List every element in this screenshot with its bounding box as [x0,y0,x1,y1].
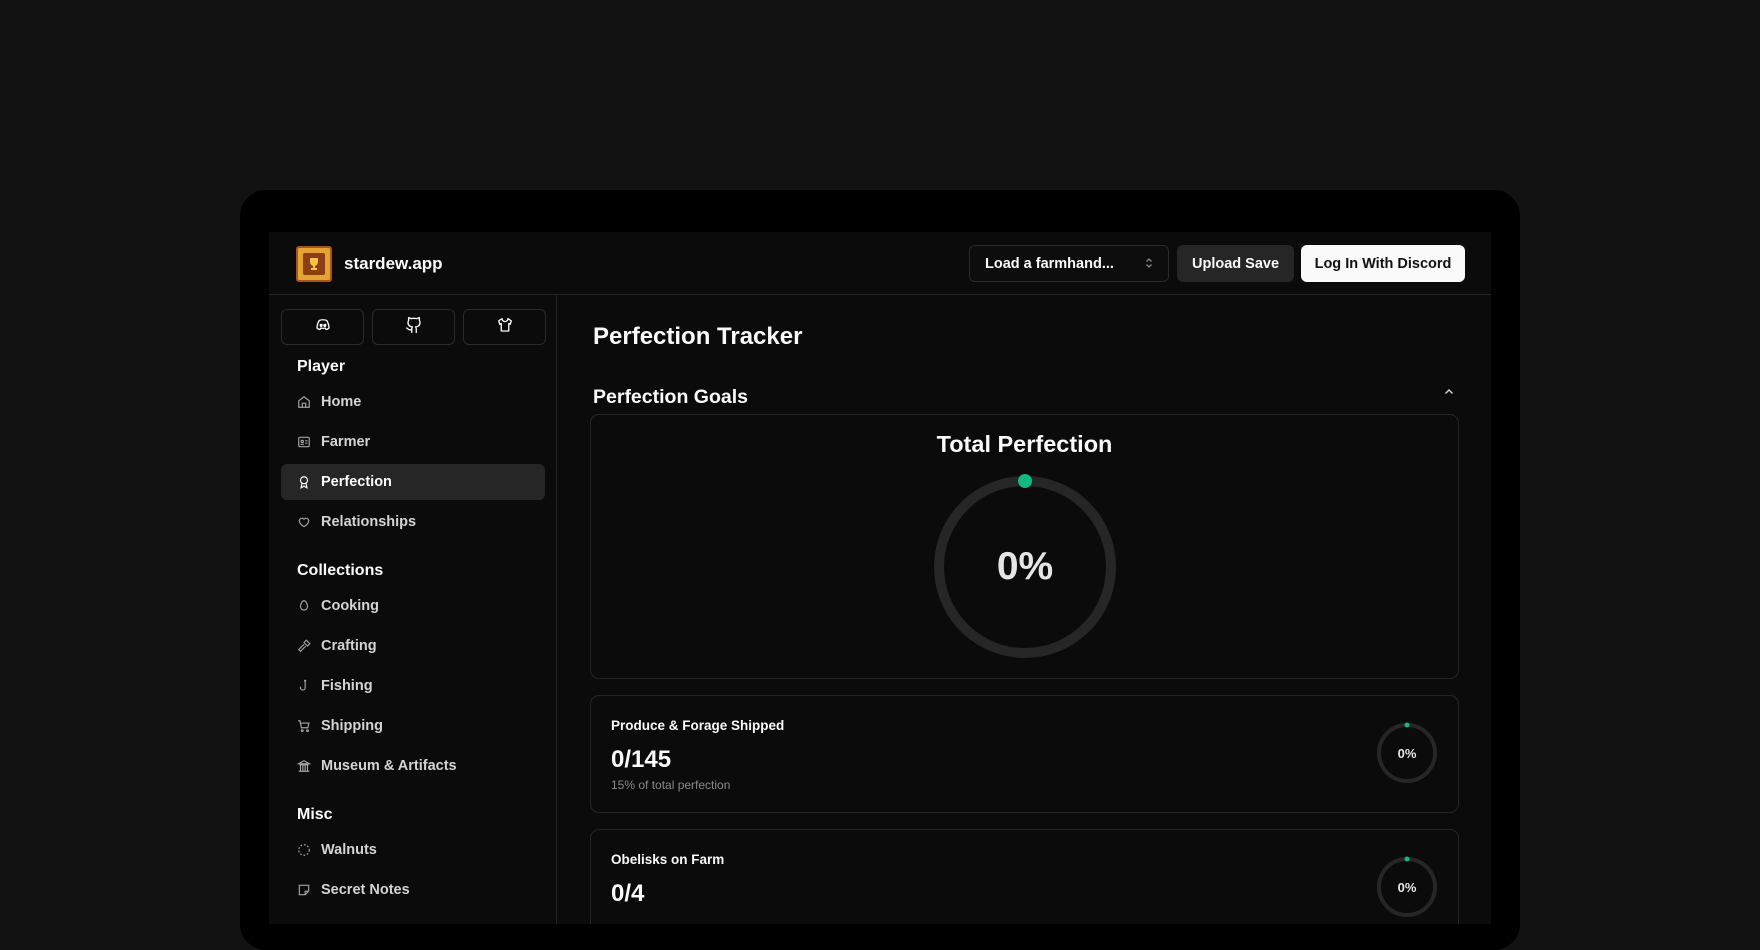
sidebar-item-label: Walnuts [321,842,377,858]
heart-icon [297,515,311,529]
farmhand-select-label: Load a farmhand... [985,255,1114,272]
goal-value: 0/145 [611,746,672,773]
sidebar-item-walnuts[interactable]: Walnuts [281,832,545,868]
goal-weight: 15% of total perfection [611,778,731,792]
login-discord-button[interactable]: Log In With Discord [1301,245,1465,282]
egg-icon [297,599,311,613]
award-icon [297,475,311,489]
goal-label: Obelisks on Farm [611,852,725,867]
total-perfection-card: Total Perfection 0% [590,414,1459,679]
sidebar-item-fishing[interactable]: Fishing [281,668,545,704]
sidebar-item-museum[interactable]: Museum & Artifacts [281,748,545,784]
page-title: Perfection Tracker [593,323,803,350]
sidebar-item-shipping[interactable]: Shipping [281,708,545,744]
chevron-up-icon[interactable] [1442,385,1456,404]
sidebar-item-label: Secret Notes [321,882,410,898]
main-content: Perfection Tracker Perfection Goals Tota… [557,295,1491,924]
goal-label: Produce & Forage Shipped [611,718,785,733]
sidebar-item-farmer[interactable]: Farmer [281,424,545,460]
section-title-misc: Misc [297,806,333,823]
sidebar-item-crafting[interactable]: Crafting [281,628,545,664]
sidebar-item-home[interactable]: Home [281,384,545,420]
wardrobe-link-button[interactable] [463,309,546,345]
sidebar-item-label: Fishing [321,678,373,694]
section-title-player: Player [297,358,346,375]
section-title-collections: Collections [297,562,384,579]
discord-icon [314,316,332,339]
hammer-icon [297,639,311,653]
sidebar-item-label: Crafting [321,638,377,654]
loader-circle-icon [297,843,311,857]
sidebar-item-label: Cooking [321,598,379,614]
total-perfection-title: Total Perfection [936,431,1113,457]
github-link-button[interactable] [372,309,455,345]
social-links [281,309,546,345]
sticky-note-icon [297,883,311,897]
chevrons-up-down-icon [1142,256,1156,274]
sidebar-item-secret-notes[interactable]: Secret Notes [281,872,545,908]
github-icon [405,316,423,339]
museum-icon [297,759,311,773]
cart-icon [297,719,311,733]
sidebar-item-label: Home [321,394,362,410]
sidebar-item-label: Shipping [321,718,384,734]
upload-save-button[interactable]: Upload Save [1177,245,1294,282]
sidebar-item-label: Relationships [321,514,417,530]
discord-link-button[interactable] [281,309,364,345]
farmhand-select[interactable]: Load a farmhand... [969,245,1169,282]
sidebar-item-label: Museum & Artifacts [321,758,457,774]
trophy-logo-icon[interactable] [296,246,332,282]
sidebar-item-cooking[interactable]: Cooking [281,588,545,624]
goal-value: 0/4 [611,880,645,907]
sidebar-item-label: Perfection [321,474,392,490]
home-icon [297,395,311,409]
brand-name[interactable]: stardew.app [344,254,443,274]
goal-percent: 0% [1397,745,1417,761]
perfection-goals-title[interactable]: Perfection Goals [593,386,748,409]
total-perfection-percent: 0% [996,545,1054,588]
top-header: stardew.app Load a farmhand... Upload Sa… [269,232,1491,295]
goal-percent: 0% [1397,879,1417,895]
goal-card: Obelisks on Farm 0/4 0% [590,829,1459,924]
sidebar-item-perfection[interactable]: Perfection [281,464,545,500]
goal-card: Produce & Forage Shipped 0/145 15% of to… [590,695,1459,813]
sidebar-item-relationships[interactable]: Relationships [281,504,545,540]
shirt-icon [496,316,514,339]
sidebar-item-label: Farmer [321,434,371,450]
app-window: stardew.app Load a farmhand... Upload Sa… [269,232,1491,924]
hook-icon [297,679,311,693]
sidebar: Player Home Farmer Perfection Relationsh… [269,295,557,924]
id-card-icon [297,435,311,449]
